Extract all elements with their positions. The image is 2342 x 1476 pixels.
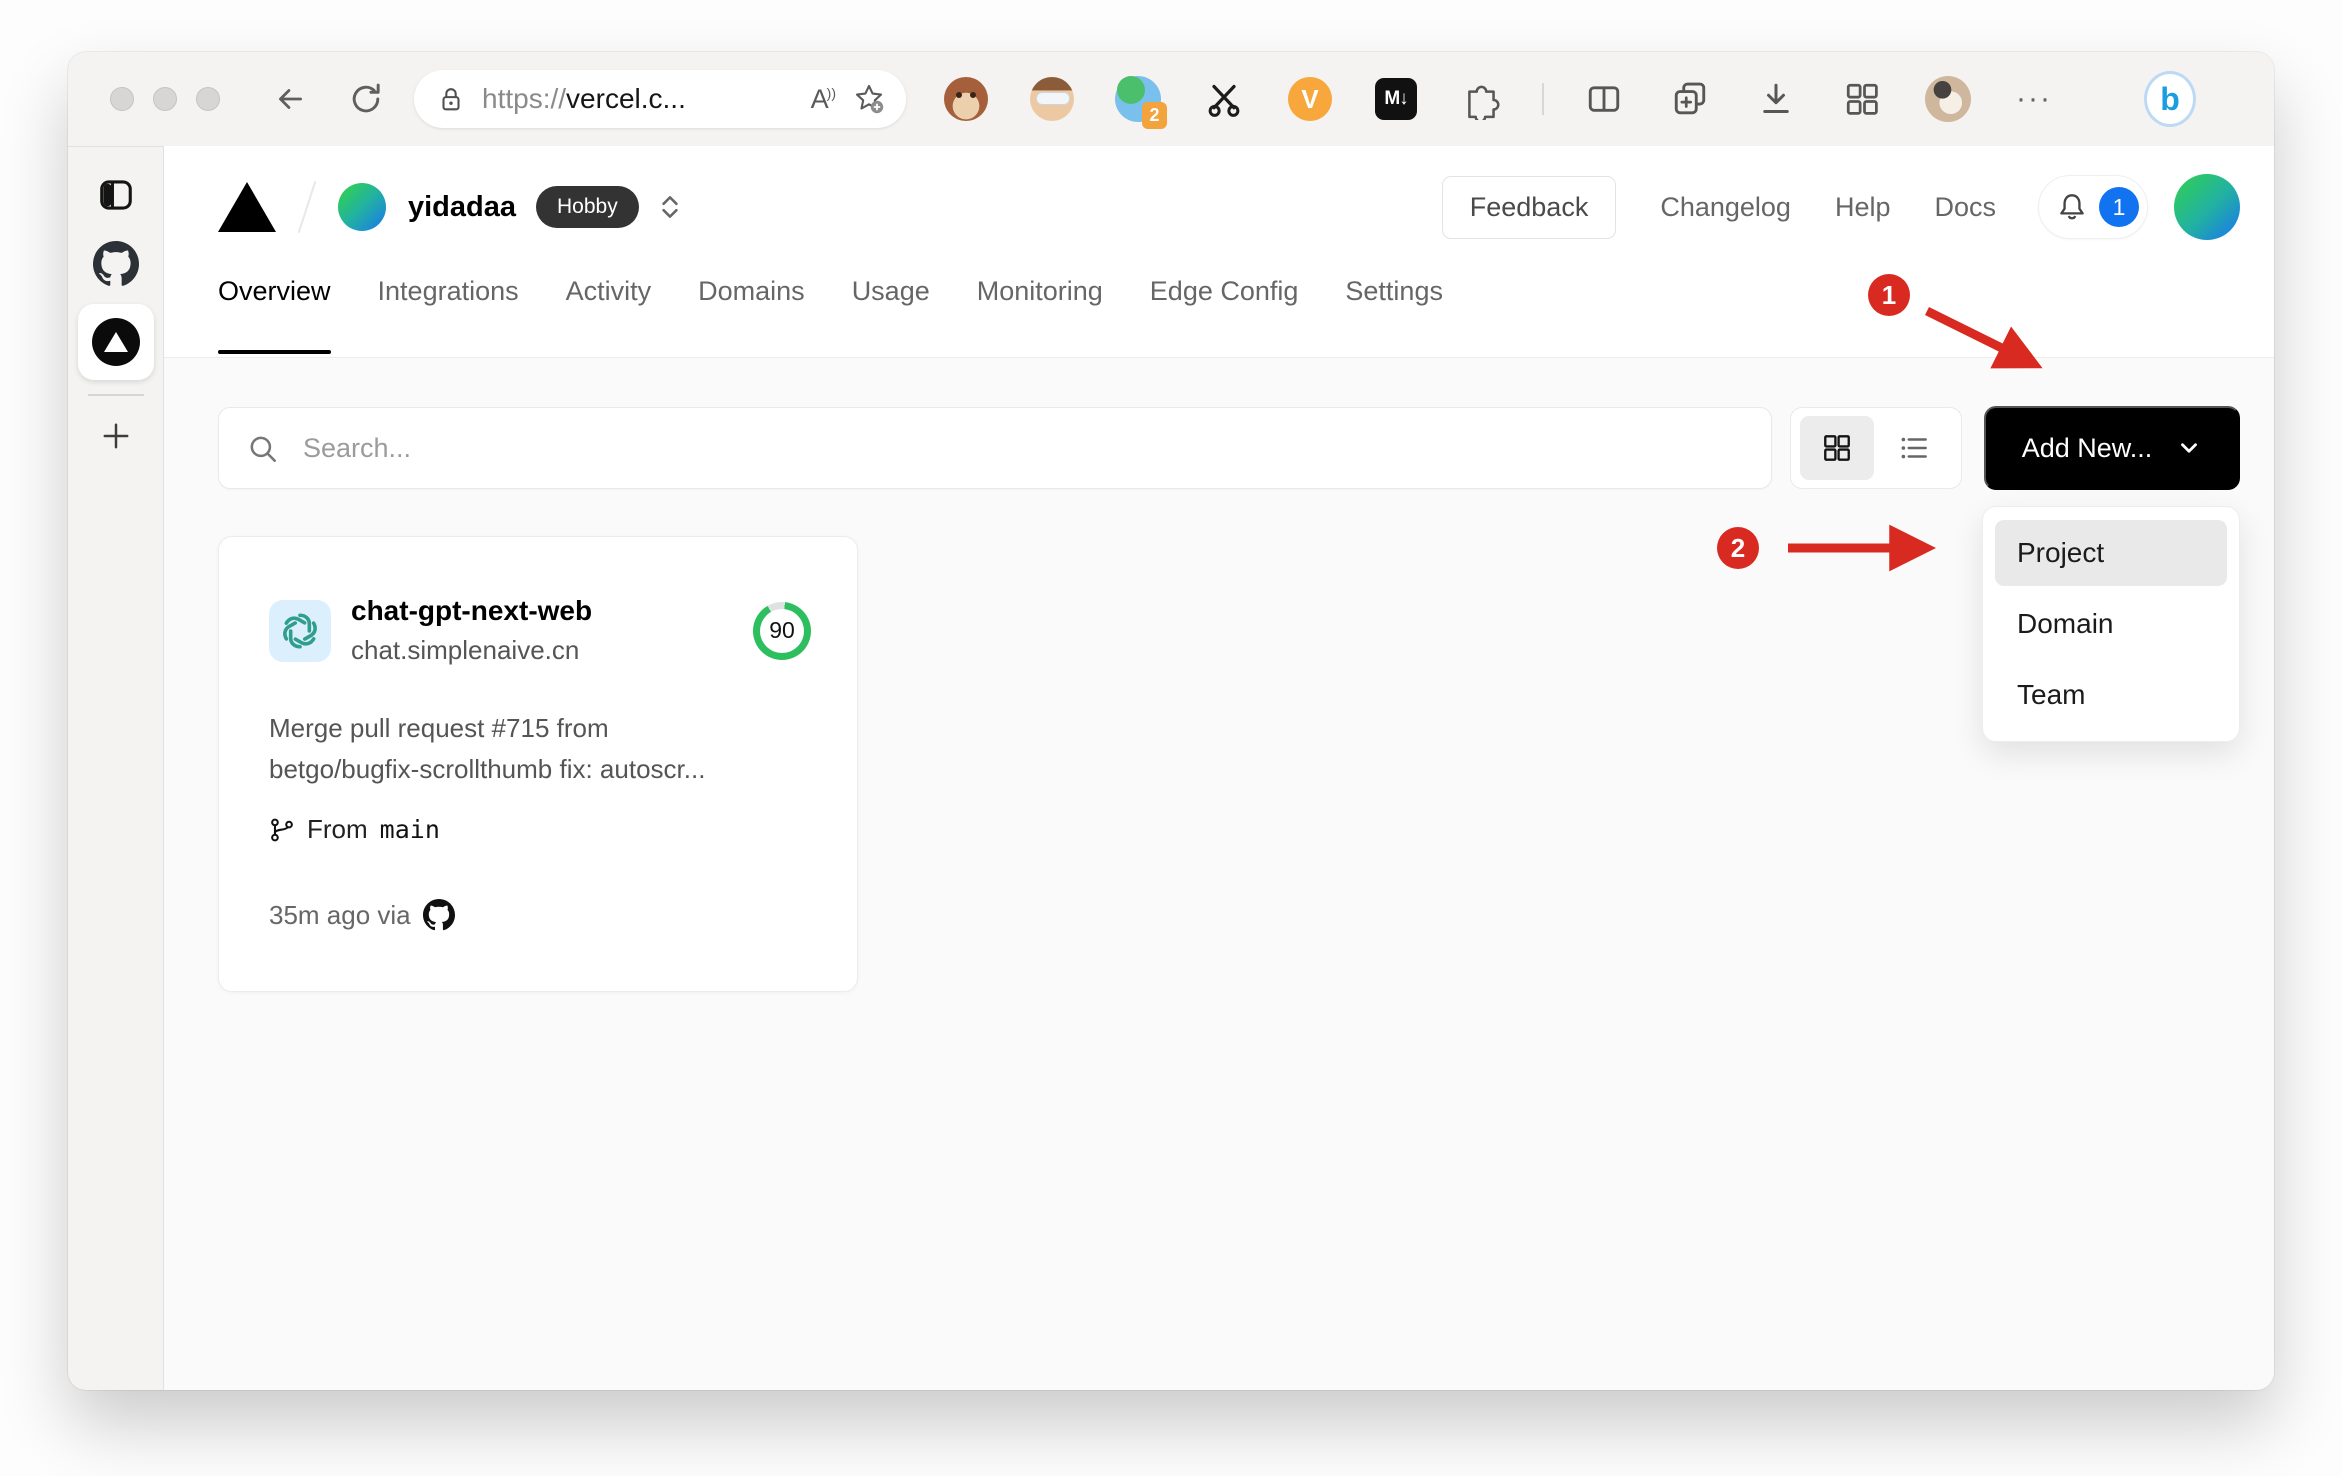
project-name[interactable]: chat-gpt-next-web: [351, 595, 592, 627]
search-box: [218, 407, 1772, 489]
tab-settings[interactable]: Settings: [1345, 274, 1443, 354]
browser-window: https://vercel.c... A)) 2 V M↓ ··· b yid…: [68, 52, 2274, 1390]
notifications-button[interactable]: 1: [2038, 175, 2148, 239]
downloads-icon[interactable]: [1750, 73, 1802, 125]
refresh-icon[interactable]: [348, 81, 384, 117]
proxy-extension-badge: 2: [1142, 102, 1167, 129]
grid-view-button[interactable]: [1800, 416, 1874, 480]
deployed-time: 35m ago via: [269, 899, 411, 930]
list-view-button[interactable]: [1882, 416, 1946, 480]
zoom-window-button[interactable]: [196, 87, 220, 111]
team-selector-icon[interactable]: [657, 192, 683, 222]
chevron-down-icon: [2176, 435, 2202, 461]
annotation-step-2: 2: [1717, 527, 1759, 569]
tab-integrations[interactable]: Integrations: [378, 274, 519, 354]
edge-sidebar: [68, 146, 164, 1390]
branch-label: From: [307, 814, 368, 844]
dashboard-header: yidadaa Hobby Feedback Changelog Help Do…: [164, 146, 2274, 358]
markdown-extension-icon[interactable]: M↓: [1370, 73, 1422, 125]
deployment-meta: 35m ago via: [269, 899, 811, 931]
plan-badge: Hobby: [536, 186, 639, 228]
avatar-extension-icon[interactable]: [1026, 73, 1078, 125]
github-source-icon: [422, 899, 455, 931]
minimize-window-button[interactable]: [153, 87, 177, 111]
add-favorite-star-icon[interactable]: [852, 82, 886, 116]
add-new-dropdown: Project Domain Team: [1982, 506, 2240, 742]
analytics-score-ring[interactable]: 90: [753, 601, 811, 660]
changelog-link[interactable]: Changelog: [1660, 192, 1791, 223]
notification-count-badge: 1: [2099, 187, 2139, 227]
tools-row: Add New...: [218, 406, 2240, 490]
proxy-extension-icon[interactable]: 2: [1112, 73, 1167, 129]
brand-row: yidadaa Hobby Feedback Changelog Help Do…: [218, 174, 2240, 240]
git-branch-icon: [269, 817, 295, 843]
collections-icon[interactable]: [1664, 73, 1716, 125]
scissors-extension-icon[interactable]: [1198, 73, 1250, 125]
more-options-icon[interactable]: ···: [2008, 73, 2060, 125]
url-host: vercel.c...: [566, 83, 686, 114]
project-card-head: chat-gpt-next-web chat.simplenaive.cn 90: [269, 595, 811, 666]
v-extension-icon[interactable]: V: [1284, 73, 1336, 125]
dropdown-item-team[interactable]: Team: [1995, 662, 2227, 728]
dropdown-item-project[interactable]: Project: [1995, 520, 2227, 586]
extensions-puzzle-icon[interactable]: [1456, 73, 1508, 125]
vercel-icon: [91, 318, 140, 366]
vercel-dashboard: yidadaa Hobby Feedback Changelog Help Do…: [164, 146, 2274, 1390]
project-card[interactable]: chat-gpt-next-web chat.simplenaive.cn 90…: [218, 536, 858, 992]
extensions-row: 2 V M↓ ···: [940, 73, 2060, 129]
back-arrow-icon[interactable]: [272, 81, 308, 117]
new-tab-plus-icon[interactable]: [90, 410, 142, 462]
annotation-step-1: 1: [1868, 274, 1910, 316]
bing-chat-icon[interactable]: b: [2144, 71, 2196, 127]
view-toggle: [1790, 407, 1962, 489]
team-avatar[interactable]: [338, 183, 386, 231]
url-scheme: https://: [482, 83, 567, 114]
sidebar-divider: [87, 394, 144, 396]
help-link[interactable]: Help: [1835, 192, 1891, 223]
search-input[interactable]: [219, 408, 1771, 488]
dashboard-tabs: Overview Integrations Activity Domains U…: [218, 274, 2240, 354]
github-sidebar-icon[interactable]: [90, 238, 142, 290]
tab-overview[interactable]: Overview: [218, 274, 331, 354]
feedback-button[interactable]: Feedback: [1441, 175, 1617, 239]
add-new-button[interactable]: Add New...: [1984, 406, 2240, 490]
apps-grid-icon[interactable]: [1836, 73, 1888, 125]
breadcrumb-slash: [297, 181, 317, 233]
lock-icon: [436, 84, 466, 114]
team-name[interactable]: yidadaa: [408, 191, 516, 224]
toolbar-divider: [1542, 83, 1544, 115]
analytics-score-value: 90: [760, 608, 804, 653]
panel-toggle-icon[interactable]: [90, 169, 142, 221]
openai-logo-icon: [269, 599, 331, 662]
tab-monitoring[interactable]: Monitoring: [977, 274, 1103, 354]
project-domain[interactable]: chat.simplenaive.cn: [351, 635, 592, 666]
dropdown-item-domain[interactable]: Domain: [1995, 591, 2227, 657]
tampermonkey-extension-icon[interactable]: [940, 73, 992, 125]
close-window-button[interactable]: [110, 87, 134, 111]
bell-icon: [2055, 190, 2089, 224]
branch-row: From main: [269, 814, 811, 845]
tab-activity[interactable]: Activity: [566, 274, 652, 354]
commit-message: Merge pull request #715 from betgo/bugfi…: [269, 713, 706, 784]
tab-edge-config[interactable]: Edge Config: [1150, 274, 1299, 354]
browser-toolbar: https://vercel.c... A)) 2 V M↓ ··· b: [68, 52, 2274, 146]
tab-usage[interactable]: Usage: [852, 274, 930, 354]
read-aloud-icon[interactable]: A)): [811, 84, 836, 115]
search-icon: [246, 432, 280, 466]
browser-profile-avatar[interactable]: [1922, 73, 1974, 125]
user-avatar[interactable]: [2174, 174, 2240, 240]
url-bar[interactable]: https://vercel.c... A)): [414, 70, 906, 128]
traffic-lights: [110, 87, 220, 111]
branch-name: main: [379, 815, 440, 844]
dashboard-content: Add New...: [164, 358, 2274, 1390]
tab-domains[interactable]: Domains: [698, 274, 805, 354]
vercel-logo-icon[interactable]: [218, 182, 276, 232]
split-screen-icon[interactable]: [1578, 73, 1630, 125]
vercel-sidebar-tab-active[interactable]: [77, 304, 154, 380]
docs-link[interactable]: Docs: [1934, 192, 1996, 223]
add-new-label: Add New...: [2021, 432, 2153, 463]
